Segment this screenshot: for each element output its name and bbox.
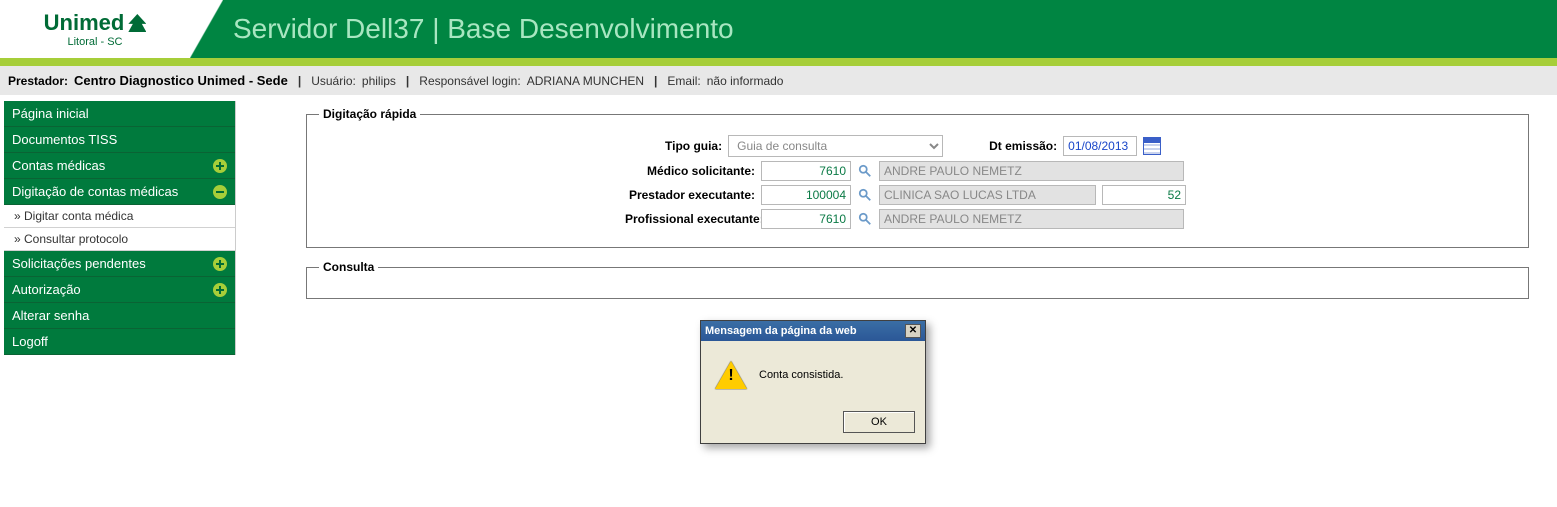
usuario-value: philips — [362, 74, 396, 88]
sidebar-sub-digitar-conta[interactable]: » Digitar conta médica — [4, 205, 235, 228]
logo-word: Unimed — [44, 10, 125, 36]
legend-digitacao: Digitação rápida — [319, 107, 420, 121]
sidebar-sub-label: » Consultar protocolo — [14, 232, 128, 246]
sidebar-item-label: Autorização — [12, 282, 81, 297]
resp-value: ADRIANA MUNCHEN — [527, 74, 644, 88]
dt-emissao-input[interactable] — [1063, 136, 1137, 156]
sidebar-item-pagina-inicial[interactable]: Página inicial — [4, 101, 235, 127]
content-area: Digitação rápida Tipo guia: Guia de cons… — [236, 101, 1557, 317]
sidebar-item-solicitacoes[interactable]: Solicitações pendentes — [4, 251, 235, 277]
logo-block: Unimed Litoral - SC — [0, 0, 190, 58]
prestador-desc — [879, 185, 1096, 205]
message-dialog: Mensagem da página da web ✕ Conta consis… — [700, 320, 926, 444]
medico-desc — [879, 161, 1184, 181]
sidebar-item-label: Contas médicas — [12, 158, 105, 173]
expand-plus-icon[interactable] — [213, 159, 227, 173]
sidebar-item-label: Alterar senha — [12, 308, 89, 323]
banner-slant — [190, 0, 223, 58]
lookup-icon[interactable] — [857, 211, 873, 227]
medico-label: Médico solicitante: — [625, 164, 755, 178]
sidebar-item-digitacao-contas[interactable]: Digitação de contas médicas — [4, 179, 235, 205]
sidebar-item-label: Documentos TISS — [12, 132, 117, 147]
usuario-label: Usuário: — [311, 74, 356, 88]
lookup-icon[interactable] — [857, 163, 873, 179]
sidebar-item-label: Logoff — [12, 334, 48, 349]
close-icon[interactable]: ✕ — [905, 324, 921, 338]
sidebar-item-logoff[interactable]: Logoff — [4, 329, 235, 355]
sidebar-item-label: Digitação de contas médicas — [12, 184, 178, 199]
divider: | — [294, 74, 305, 88]
legend-consulta: Consulta — [319, 260, 378, 274]
sidebar-item-label: Página inicial — [12, 106, 89, 121]
ok-button[interactable]: OK — [843, 411, 915, 433]
divider: | — [650, 74, 661, 88]
tipo-guia-label: Tipo guia: — [665, 139, 722, 153]
accent-strip — [0, 58, 1557, 66]
prestador-code-input[interactable] — [761, 185, 851, 205]
prestador-label: Prestador: — [8, 74, 68, 88]
sidebar-item-alterar-senha[interactable]: Alterar senha — [4, 303, 235, 329]
dialog-message: Conta consistida. — [759, 369, 843, 381]
dialog-title-text: Mensagem da página da web — [705, 325, 857, 337]
banner-title: Servidor Dell37 | Base Desenvolvimento — [233, 13, 734, 45]
sidebar: Página inicial Documentos TISS Contas mé… — [4, 101, 236, 355]
sidebar-sub-label: » Digitar conta médica — [14, 209, 133, 223]
divider: | — [402, 74, 413, 88]
prestador-value: Centro Diagnostico Unimed - Sede — [74, 73, 288, 88]
dt-emissao-label: Dt emissão: — [989, 139, 1057, 153]
warning-icon — [715, 361, 747, 389]
tipo-guia-select[interactable]: Guia de consulta — [728, 135, 943, 157]
logo-subtitle: Litoral - SC — [67, 36, 122, 48]
email-label: Email: — [667, 74, 700, 88]
expand-minus-icon[interactable] — [213, 185, 227, 199]
sidebar-item-label: Solicitações pendentes — [12, 256, 146, 271]
fieldset-digitacao-rapida: Digitação rápida Tipo guia: Guia de cons… — [306, 107, 1529, 248]
sidebar-item-autorizacao[interactable]: Autorização — [4, 277, 235, 303]
fieldset-consulta: Consulta — [306, 260, 1529, 299]
header-banner: Unimed Litoral - SC Servidor Dell37 | Ba… — [0, 0, 1557, 58]
medico-code-input[interactable] — [761, 161, 851, 181]
sidebar-item-documentos-tiss[interactable]: Documentos TISS — [4, 127, 235, 153]
expand-plus-icon[interactable] — [213, 283, 227, 297]
prof-code-input[interactable] — [761, 209, 851, 229]
email-value: não informado — [707, 74, 784, 88]
prestador-extra-input[interactable] — [1102, 185, 1186, 205]
prestador-exec-label: Prestador executante: — [625, 188, 755, 202]
sidebar-item-contas-medicas[interactable]: Contas médicas — [4, 153, 235, 179]
info-bar: Prestador: Centro Diagnostico Unimed - S… — [0, 66, 1557, 95]
sidebar-sub-consultar-protocolo[interactable]: » Consultar protocolo — [4, 228, 235, 251]
calendar-icon[interactable] — [1143, 137, 1161, 155]
dialog-titlebar[interactable]: Mensagem da página da web ✕ — [701, 321, 925, 341]
lookup-icon[interactable] — [857, 187, 873, 203]
expand-plus-icon[interactable] — [213, 257, 227, 271]
logo-text: Unimed — [44, 10, 147, 36]
prof-exec-label: Profissional executante: — [625, 212, 755, 226]
prof-desc — [879, 209, 1184, 229]
tree-icon — [128, 14, 146, 32]
resp-label: Responsável login: — [419, 74, 520, 88]
